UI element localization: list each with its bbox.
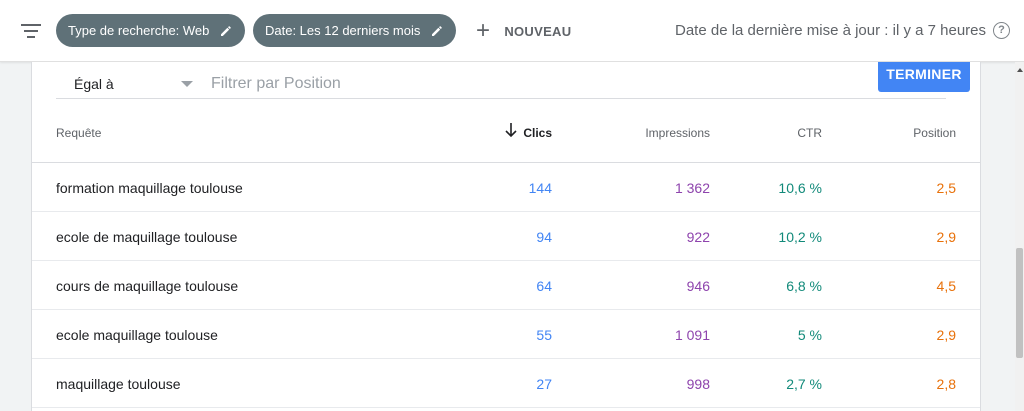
query-cell: ecole maquillage toulouse bbox=[56, 327, 218, 343]
search-type-chip-label: Type de recherche: Web bbox=[68, 23, 210, 38]
column-header-position[interactable]: Position bbox=[913, 126, 956, 140]
column-header-impressions[interactable]: Impressions bbox=[645, 126, 710, 140]
column-header-query[interactable]: Requête bbox=[56, 126, 101, 140]
table-row[interactable]: formation maquillage toulouse 144 1 362 … bbox=[32, 163, 980, 212]
table-row[interactable]: ecole de maquillage toulouse 94 922 10,2… bbox=[32, 212, 980, 261]
query-cell: formation maquillage toulouse bbox=[56, 180, 243, 196]
new-filter-button[interactable]: + NOUVEAU bbox=[476, 18, 571, 44]
vertical-scrollbar[interactable] bbox=[1015, 62, 1024, 411]
impressions-cell: 1 091 bbox=[674, 327, 710, 343]
date-range-chip-label: Date: Les 12 derniers mois bbox=[265, 23, 421, 38]
position-cell: 4,5 bbox=[936, 278, 956, 294]
edit-pencil-icon[interactable] bbox=[219, 24, 233, 38]
clicks-cell: 94 bbox=[536, 229, 552, 245]
column-header-clicks[interactable]: Clics bbox=[523, 126, 552, 140]
scrollbar-thumb[interactable] bbox=[1016, 248, 1023, 358]
last-update-text: Date de la dernière mise à jour : il y a… bbox=[675, 22, 986, 39]
query-cell: ecole de maquillage toulouse bbox=[56, 229, 238, 245]
clicks-cell: 144 bbox=[528, 180, 552, 196]
done-button[interactable]: TERMINER bbox=[878, 62, 970, 92]
help-icon[interactable]: ? bbox=[993, 22, 1010, 39]
clicks-cell: 27 bbox=[536, 376, 552, 392]
filter-operator-select[interactable]: Égal à bbox=[74, 76, 114, 92]
position-cell: 2,9 bbox=[936, 327, 956, 343]
ctr-cell: 5 % bbox=[797, 327, 822, 343]
position-filter-row: Égal à TERMINER bbox=[56, 62, 970, 99]
new-filter-label: NOUVEAU bbox=[504, 23, 572, 39]
top-bar: Type de recherche: Web Date: Les 12 dern… bbox=[0, 0, 1024, 62]
table-row[interactable]: maquillage toulouse 27 998 2,7 % 2,8 bbox=[32, 359, 980, 408]
column-header-ctr[interactable]: CTR bbox=[797, 126, 822, 140]
search-type-chip[interactable]: Type de recherche: Web bbox=[56, 14, 246, 47]
performance-table-panel: Égal à TERMINER Requête Clics Impression… bbox=[31, 62, 981, 411]
position-cell: 2,8 bbox=[936, 376, 956, 392]
impressions-cell: 946 bbox=[686, 278, 710, 294]
ctr-cell: 6,8 % bbox=[786, 278, 822, 294]
position-filter-input[interactable] bbox=[211, 71, 711, 97]
date-range-chip[interactable]: Date: Les 12 derniers mois bbox=[253, 14, 457, 47]
position-cell: 2,5 bbox=[936, 180, 956, 196]
dropdown-caret-icon[interactable] bbox=[181, 81, 193, 87]
table-row[interactable]: cours de maquillage toulouse 64 946 6,8 … bbox=[32, 261, 980, 310]
table-header: Requête Clics Impressions CTR Position bbox=[32, 104, 980, 163]
impressions-cell: 922 bbox=[686, 229, 710, 245]
clicks-cell: 55 bbox=[536, 327, 552, 343]
impressions-cell: 1 362 bbox=[674, 180, 710, 196]
query-cell: cours de maquillage toulouse bbox=[56, 278, 239, 294]
table-row[interactable]: ecole maquillage toulouse 55 1 091 5 % 2… bbox=[32, 310, 980, 359]
edit-pencil-icon[interactable] bbox=[430, 24, 444, 38]
filter-icon[interactable] bbox=[18, 20, 44, 42]
clicks-cell: 64 bbox=[536, 278, 552, 294]
ctr-cell: 10,2 % bbox=[778, 229, 822, 245]
scroll-up-arrow-icon[interactable] bbox=[1017, 68, 1023, 72]
position-cell: 2,9 bbox=[936, 229, 956, 245]
ctr-cell: 2,7 % bbox=[786, 376, 822, 392]
ctr-cell: 10,6 % bbox=[778, 180, 822, 196]
plus-icon: + bbox=[476, 17, 491, 44]
sort-descending-arrow-icon[interactable] bbox=[504, 122, 518, 138]
query-cell: maquillage toulouse bbox=[56, 376, 181, 392]
impressions-cell: 998 bbox=[686, 376, 710, 392]
